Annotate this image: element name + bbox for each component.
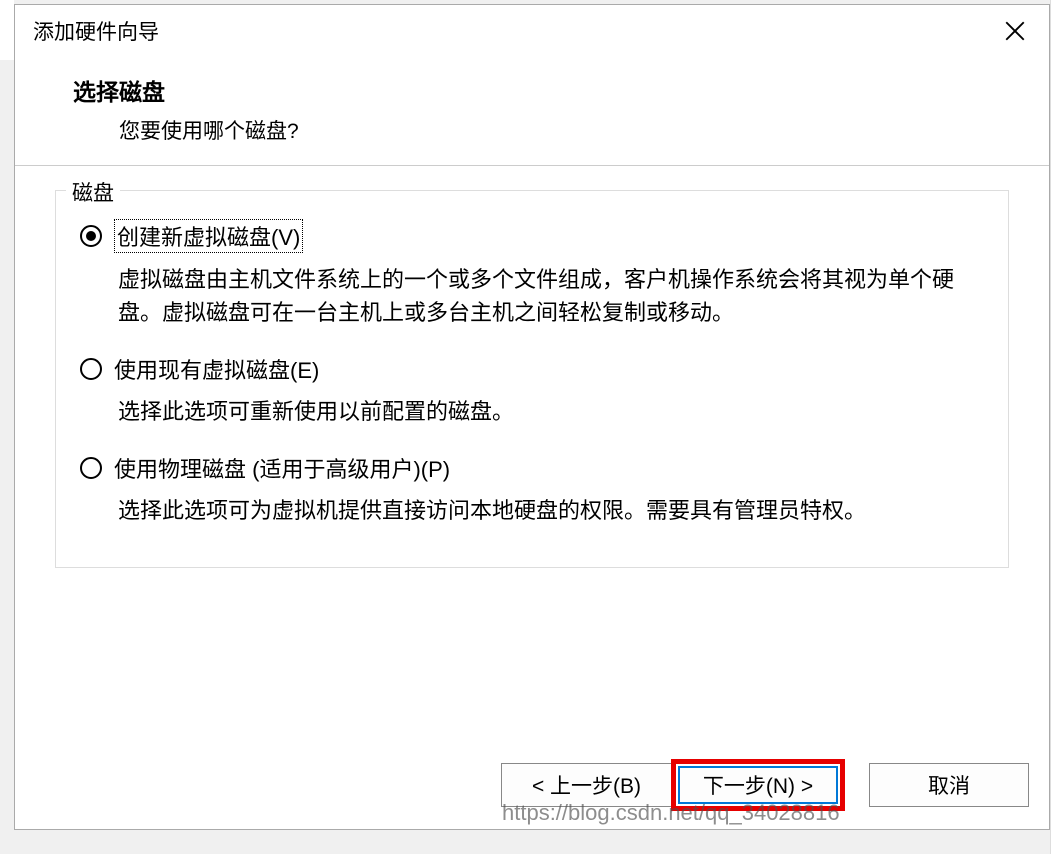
page-subtitle: 您要使用哪个磁盘?: [119, 115, 1009, 145]
radio-desc-existing: 选择此选项可重新使用以前配置的磁盘。: [118, 395, 984, 428]
radio-label-create: 创建新虚拟磁盘(V): [114, 219, 303, 253]
cancel-button[interactable]: 取消: [869, 763, 1029, 807]
radio-row: 创建新虚拟磁盘(V): [80, 219, 984, 253]
radio-desc-create: 虚拟磁盘由主机文件系统上的一个或多个文件组成，客户机操作系统会将其视为单个硬盘。…: [118, 263, 984, 329]
radio-icon-unchecked[interactable]: [80, 457, 102, 479]
back-button[interactable]: < 上一步(B): [501, 763, 671, 807]
title-bar: 添加硬件向导: [15, 5, 1049, 53]
next-button[interactable]: 下一步(N) >: [678, 766, 838, 804]
close-button[interactable]: [995, 13, 1035, 49]
radio-desc-physical: 选择此选项可为虚拟机提供直接访问本地硬盘的权限。需要具有管理员特权。: [118, 494, 984, 527]
header-section: 选择磁盘 您要使用哪个磁盘?: [15, 53, 1049, 166]
dialog-title: 添加硬件向导: [33, 16, 159, 46]
button-bar: < 上一步(B) 下一步(N) > 取消: [15, 747, 1049, 829]
radio-label-existing: 使用现有虚拟磁盘(E): [114, 353, 319, 385]
radio-icon-checked[interactable]: [80, 225, 102, 247]
page-title: 选择磁盘: [73, 73, 1009, 107]
background-fragment: [0, 0, 14, 60]
close-icon: [1005, 21, 1025, 41]
option-use-existing-disk[interactable]: 使用现有虚拟磁盘(E) 选择此选项可重新使用以前配置的磁盘。: [80, 353, 984, 428]
disk-group: 磁盘 创建新虚拟磁盘(V) 虚拟磁盘由主机文件系统上的一个或多个文件组成，客户机…: [55, 190, 1009, 568]
background-edge: [1050, 0, 1064, 854]
radio-row: 使用现有虚拟磁盘(E): [80, 353, 984, 385]
next-button-highlight: 下一步(N) >: [671, 759, 845, 811]
radio-icon-unchecked[interactable]: [80, 358, 102, 380]
radio-label-physical: 使用物理磁盘 (适用于高级用户)(P): [114, 452, 450, 484]
option-create-new-disk[interactable]: 创建新虚拟磁盘(V) 虚拟磁盘由主机文件系统上的一个或多个文件组成，客户机操作系…: [80, 219, 984, 329]
group-label: 磁盘: [66, 177, 120, 207]
radio-row: 使用物理磁盘 (适用于高级用户)(P): [80, 452, 984, 484]
content-area: 磁盘 创建新虚拟磁盘(V) 虚拟磁盘由主机文件系统上的一个或多个文件组成，客户机…: [15, 166, 1049, 747]
option-use-physical-disk[interactable]: 使用物理磁盘 (适用于高级用户)(P) 选择此选项可为虚拟机提供直接访问本地硬盘…: [80, 452, 984, 527]
add-hardware-wizard-dialog: 添加硬件向导 选择磁盘 您要使用哪个磁盘? 磁盘 创建新虚拟磁盘(V) 虚拟磁盘…: [14, 4, 1050, 830]
